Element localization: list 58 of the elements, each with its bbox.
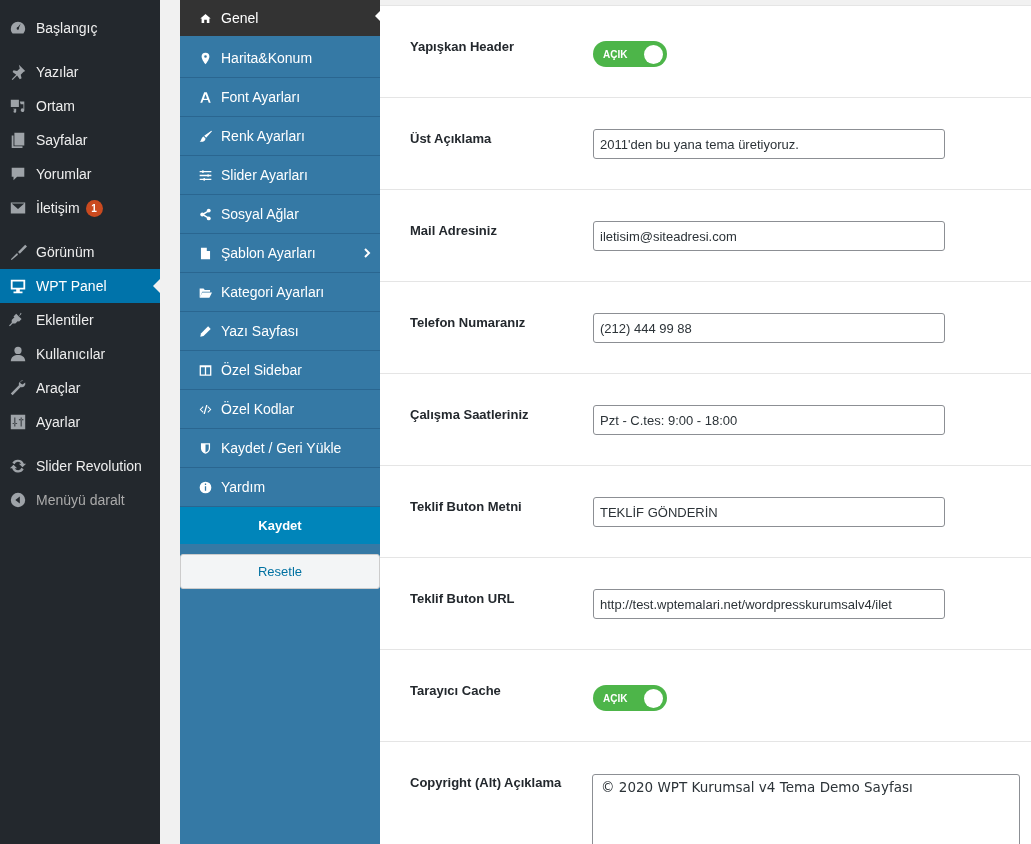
setting-label: Teklif Buton Metni: [410, 498, 523, 516]
chevron-right-icon: [363, 248, 371, 258]
pin-icon: [9, 63, 27, 81]
admin-menu-item[interactable]: Sayfalar: [0, 123, 160, 157]
admin-menu-item[interactable]: Kullanıcılar: [0, 337, 160, 371]
brush-icon: [199, 129, 212, 143]
file-icon: [199, 246, 212, 260]
admin-menu-item[interactable]: Ayarlar: [0, 405, 160, 449]
shield-icon: [199, 441, 212, 455]
media-icon: [9, 97, 27, 115]
sliders-icon: [9, 413, 27, 431]
text-input-field[interactable]: iletisim@siteadresi.com: [593, 221, 945, 251]
reset-button[interactable]: Resetle: [180, 554, 380, 589]
setting-label: Üst Açıklama: [410, 130, 493, 148]
setting-label: Copyright (Alt) Açıklama: [410, 774, 563, 792]
admin-menu-item[interactable]: İletişim 1: [0, 191, 160, 235]
columns-icon: [199, 363, 212, 377]
settings-menu-item[interactable]: Genel: [180, 0, 380, 39]
setting-label: Mail Adresiniz: [410, 222, 498, 240]
setting-label: Tarayıcı Cache: [410, 682, 502, 700]
admin-menu-item[interactable]: Başlangıç: [0, 11, 160, 55]
notification-badge: 1: [85, 199, 103, 217]
textarea-field[interactable]: © 2020 WPT Kurumsal v4 Tema Demo Sayfası: [592, 774, 1020, 844]
text-input-field[interactable]: (212) 444 99 88: [593, 313, 945, 343]
pages-icon: [9, 131, 27, 149]
text-input-field[interactable]: TEKLİF GÖNDERİN: [593, 497, 945, 527]
admin-menu-item[interactable]: Yazılar: [0, 55, 160, 89]
map-marker-icon: [199, 51, 212, 65]
admin-menu-item[interactable]: WPT Panel: [0, 269, 160, 303]
monitor-icon: [9, 277, 27, 295]
text-input-field[interactable]: http://test.wptemalari.net/wordpresskurumsalv4/ilet: [593, 589, 945, 619]
text-input-field[interactable]: 2011'den bu yana tema üretiyoruz.: [593, 129, 945, 159]
admin-menu-item[interactable]: Araçlar: [0, 371, 160, 405]
home-icon: [199, 11, 212, 25]
admin-menu-item[interactable]: Slider Revolution: [0, 449, 160, 483]
letter-a-icon: [199, 90, 212, 104]
admin-menu-item[interactable]: Görünüm: [0, 235, 160, 269]
refresh-icon: [9, 457, 27, 475]
collapse-menu-button[interactable]: Menüyü daralt: [0, 483, 160, 517]
text-input-field[interactable]: Pzt - C.tes: 9:00 - 18:00: [593, 405, 945, 435]
active-pointer-icon: [153, 279, 160, 293]
pencil-icon: [199, 324, 212, 338]
share-icon: [199, 207, 212, 221]
arrow-left-circle-icon: [9, 491, 27, 509]
info-icon: [199, 480, 212, 494]
sliders-icon: [199, 168, 212, 182]
setting-label: Çalışma Saatleriniz: [410, 406, 530, 424]
paintbrush-icon: [9, 243, 27, 261]
setting-label: Teklif Buton URL: [410, 590, 516, 608]
admin-menu-item[interactable]: Yorumlar: [0, 157, 160, 191]
save-button[interactable]: Kaydet: [180, 506, 380, 544]
admin-menu-item[interactable]: Ortam: [0, 89, 160, 123]
wrench-icon: [9, 379, 27, 397]
admin-menu-item[interactable]: Eklentiler: [0, 303, 160, 337]
setting-label: Telefon Numaranız: [410, 314, 527, 332]
user-icon: [9, 345, 27, 363]
code-icon: [199, 402, 212, 416]
setting-label: Yapışkan Header: [410, 38, 516, 56]
